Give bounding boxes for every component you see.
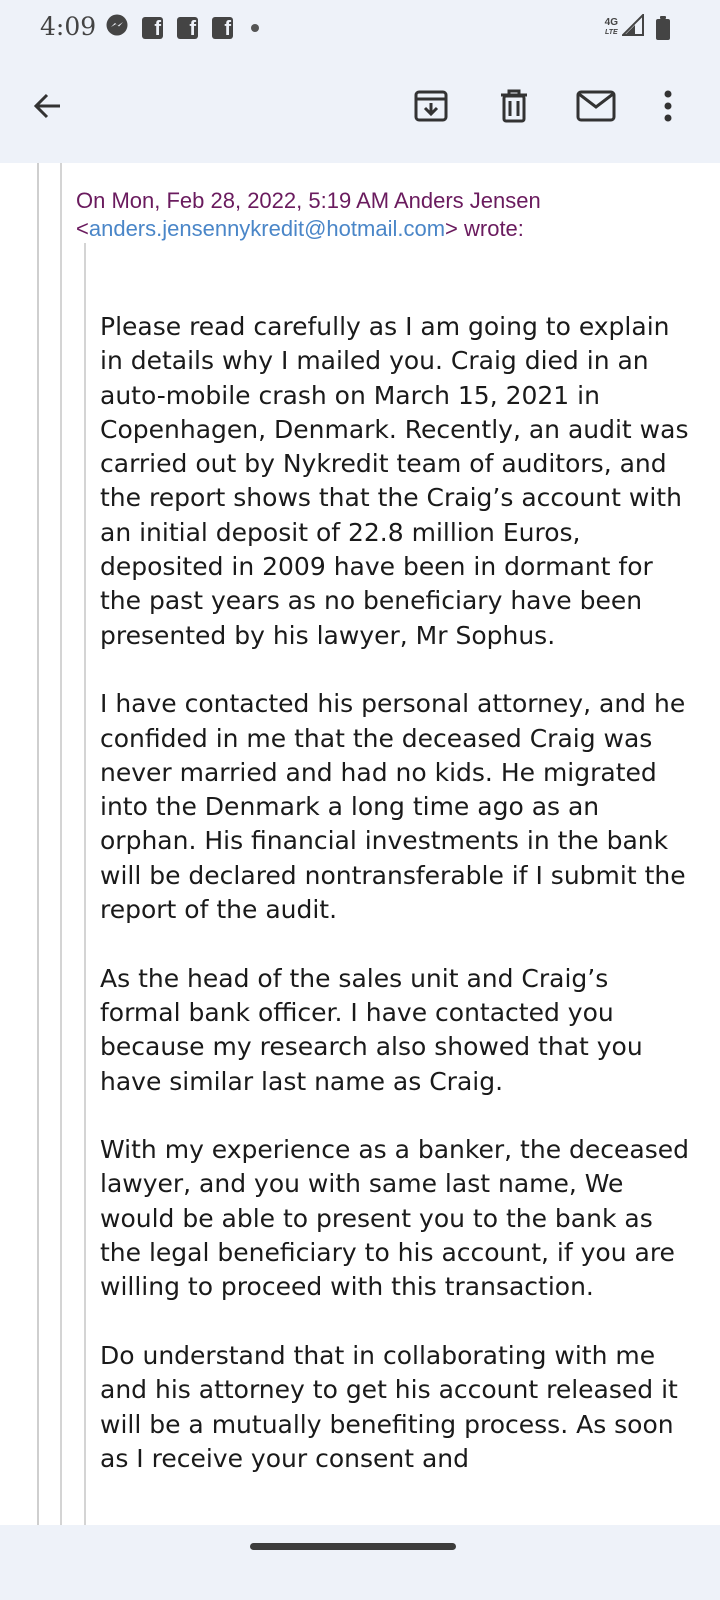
email-content[interactable]: On Mon, Feb 28, 2022, 5:19 AM Anders Jen… [0,163,720,1525]
message-paragraph: With my experience as a banker, the dece… [100,1135,689,1302]
delete-icon [498,88,530,129]
quote-divider [37,163,39,1525]
notification-icons: f f f [106,14,259,41]
message-paragraph: Please read carefully as I am going to e… [100,312,689,650]
facebook-icon: f [212,16,233,40]
mark-unread-icon [576,90,616,127]
quote-divider [84,243,86,1525]
sender-email-link[interactable]: anders.jensennykredit@hotmail.com [89,216,445,241]
signal-icon [620,12,644,41]
archive-icon [413,88,449,129]
attribution-suffix: > wrote: [445,216,524,241]
facebook-icon: f [142,16,163,40]
battery-icon [656,15,670,40]
network-label: 4G [604,16,618,28]
home-indicator[interactable] [250,1543,456,1550]
message-paragraph: Do understand that in collaborating with… [100,1340,678,1473]
mark-unread-button[interactable] [568,80,624,136]
dot-icon [251,23,259,32]
quote-attribution: On Mon, Feb 28, 2022, 5:19 AM Anders Jen… [76,187,696,243]
network-sub-label: LTE [604,28,618,36]
app-bar [0,56,720,163]
delete-button[interactable] [486,80,542,136]
message-paragraph: As the head of the sales unit and Craig’… [100,963,643,1096]
status-time: 4:09 [40,12,97,41]
more-vert-icon [663,90,673,127]
quoted-message-body: Please read carefully as I am going to e… [100,310,690,1510]
facebook-icon: f [177,16,198,40]
quote-divider [60,163,62,1525]
message-paragraph: I have contacted his personal attorney, … [100,689,686,925]
back-arrow-icon [32,90,64,127]
archive-button[interactable] [403,80,459,136]
gesture-nav-bar [0,1525,720,1600]
system-icons: 4G LTE [604,12,670,41]
network-type-label: 4G LTE [604,16,618,38]
more-options-button[interactable] [640,80,696,136]
status-bar: 4:09 f f f 4G LTE [0,0,720,56]
back-button[interactable] [20,80,76,136]
messenger-icon [106,14,128,41]
